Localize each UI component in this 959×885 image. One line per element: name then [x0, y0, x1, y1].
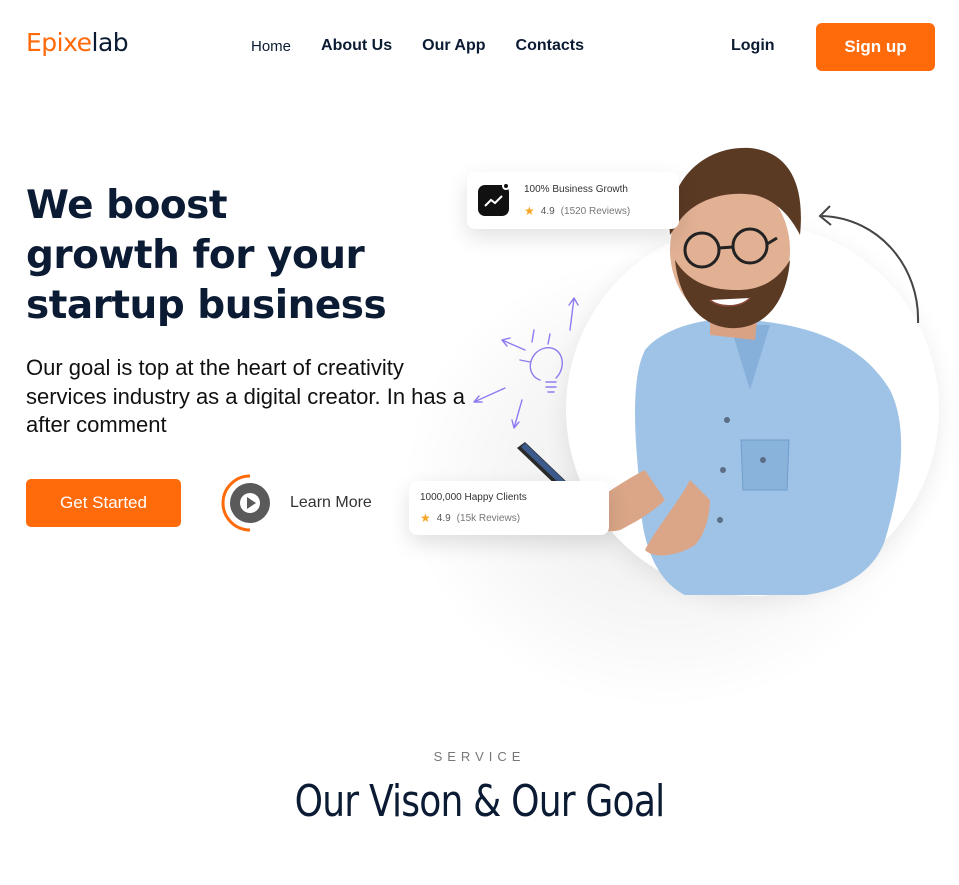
main-nav: Home About Us Our App Contacts: [251, 37, 584, 55]
star-icon: ★: [524, 204, 535, 218]
play-icon: [221, 474, 270, 532]
section-eyebrow: SERVICE: [433, 749, 526, 764]
business-growth-reviews: (1520 Reviews): [560, 205, 631, 217]
happy-clients-rating-row: ★ 4.9 (15k Reviews): [420, 511, 520, 525]
logo-part-dark: lab: [91, 28, 129, 57]
section-title: Our Vison & Our Goal: [294, 776, 665, 827]
signup-button[interactable]: Sign up: [816, 23, 935, 71]
hero-title-line-3: startup business: [26, 283, 387, 328]
nav-item-home[interactable]: Home: [251, 38, 291, 55]
business-growth-card: 100% Business Growth ★ 4.9 (1520 Reviews…: [467, 172, 679, 229]
business-growth-title: 100% Business Growth: [524, 184, 628, 195]
hero-title: We boost growth for your startup busines…: [26, 181, 426, 331]
happy-clients-reviews: (15k Reviews): [456, 512, 521, 524]
login-link[interactable]: Login: [731, 37, 775, 55]
nav-item-about[interactable]: About Us: [321, 37, 392, 55]
happy-clients-rating: 4.9: [436, 512, 451, 524]
business-growth-rating-row: ★ 4.9 (1520 Reviews): [524, 204, 630, 218]
get-started-button[interactable]: Get Started: [26, 479, 181, 527]
happy-clients-card: 1000,000 Happy Clients ★ 4.9 (15k Review…: [409, 481, 609, 535]
nav-item-our-app[interactable]: Our App: [422, 37, 485, 55]
star-icon: ★: [420, 511, 431, 525]
business-growth-rating: 4.9: [540, 205, 555, 217]
nav-item-contacts[interactable]: Contacts: [516, 37, 584, 55]
learn-more-label: Learn More: [290, 494, 372, 511]
happy-clients-title: 1000,000 Happy Clients: [420, 492, 527, 503]
notification-dot: [502, 182, 510, 190]
hero-title-line-2: growth for your: [26, 233, 365, 278]
brand-logo[interactable]: Epixelab: [26, 28, 129, 57]
logo-part-orange: Epixe: [26, 28, 92, 57]
learn-more-button[interactable]: Learn More: [219, 472, 372, 534]
hero-title-line-1: We boost: [26, 183, 228, 228]
